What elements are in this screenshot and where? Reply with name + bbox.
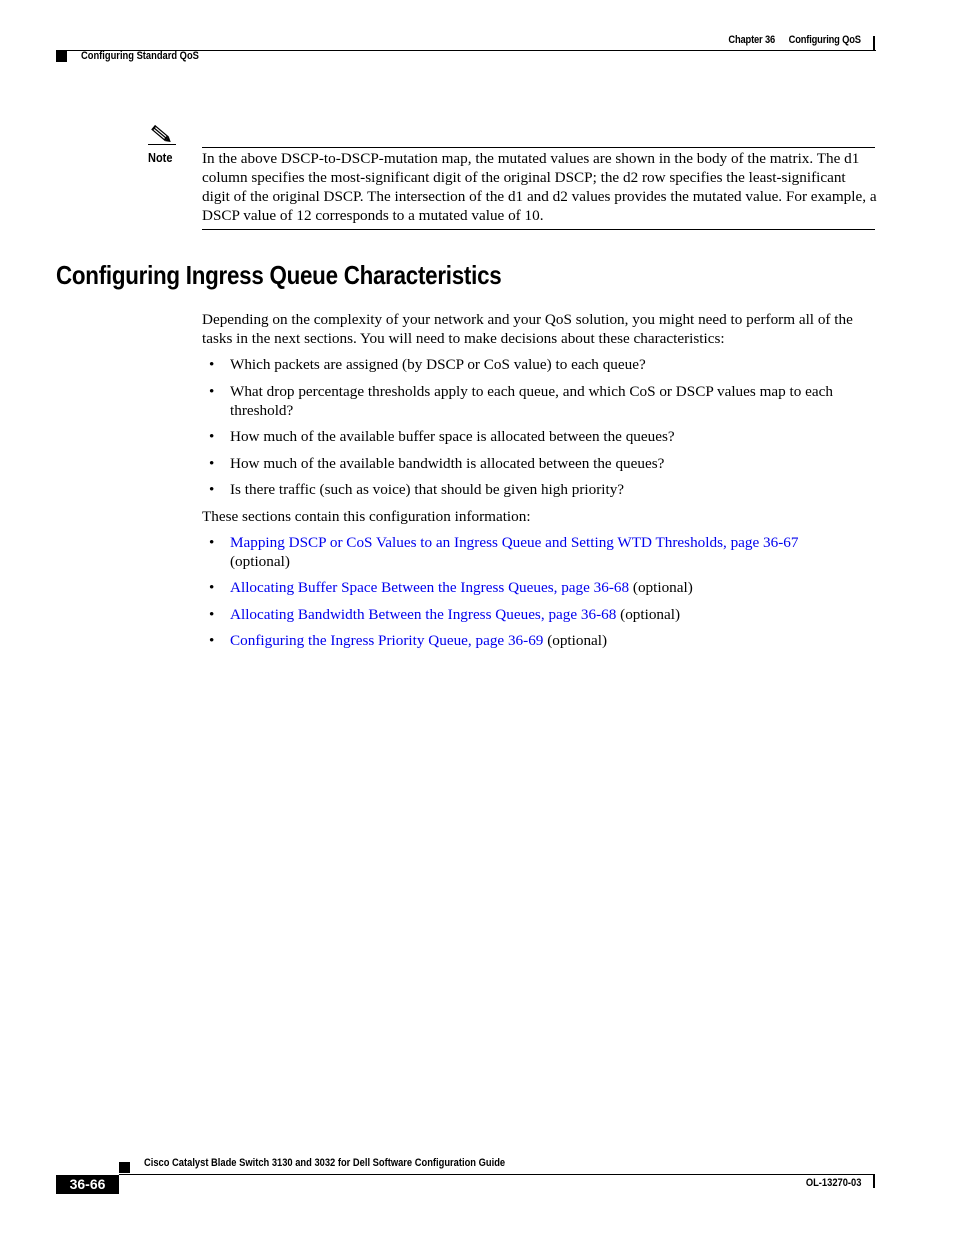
link-ingress-priority-queue[interactable]: Configuring the Ingress Priority Queue, …	[230, 632, 543, 649]
chapter-title: Configuring QoS	[788, 34, 861, 46]
chapter-number: Chapter 36	[728, 34, 776, 46]
optional-label: (optional)	[230, 553, 290, 570]
document-number: OL-13270-03	[805, 1177, 861, 1189]
header-chapter: Chapter 36 Configuring QoS	[728, 34, 862, 46]
question-item: • What drop percentage thresholds apply …	[202, 382, 877, 420]
footer-rule	[119, 1174, 875, 1175]
link-allocating-bandwidth[interactable]: Allocating Bandwidth Between the Ingress…	[230, 606, 616, 623]
question-text: Which packets are assigned (by DSCP or C…	[230, 356, 646, 373]
pencil-note-icon	[148, 124, 176, 145]
bullet-icon: •	[209, 455, 215, 472]
question-item: • Is there traffic (such as voice) that …	[202, 480, 877, 499]
question-item: • Which packets are assigned (by DSCP or…	[202, 355, 877, 374]
footer-vertical-bar	[873, 1175, 875, 1188]
bullet-icon: •	[209, 481, 215, 498]
bullet-icon: •	[209, 579, 215, 596]
section-link-item: • Configuring the Ingress Priority Queue…	[202, 631, 877, 650]
note-label: Note	[148, 151, 173, 165]
section-link-item: • Mapping DSCP or CoS Values to an Ingre…	[202, 533, 877, 571]
link-mapping-dscp-cos[interactable]: Mapping DSCP or CoS Values to an Ingress…	[230, 534, 799, 551]
section-heading: Configuring Ingress Queue Characteristic…	[56, 260, 502, 290]
optional-label: (optional)	[547, 632, 608, 649]
sections-intro: These sections contain this configuratio…	[202, 508, 531, 525]
section-link-item: • Allocating Bandwidth Between the Ingre…	[202, 605, 877, 624]
page-number: 36-66	[56, 1175, 119, 1194]
header-section-title: Configuring Standard QoS	[81, 50, 199, 62]
note-rule-top	[202, 147, 875, 148]
bullet-icon: •	[209, 606, 215, 623]
question-text: Is there traffic (such as voice) that sh…	[230, 481, 625, 498]
footer-guide-title: Cisco Catalyst Blade Switch 3130 and 303…	[144, 1157, 506, 1169]
bullet-icon: •	[209, 356, 215, 373]
question-text: How much of the available bandwidth is a…	[230, 455, 665, 472]
header-marker-block	[56, 51, 67, 62]
optional-label: (optional)	[632, 579, 693, 596]
question-text: What drop percentage thresholds apply to…	[230, 383, 833, 419]
header-vertical-bar	[873, 36, 875, 51]
question-item: • How much of the available bandwidth is…	[202, 454, 877, 473]
footer-marker-block	[119, 1162, 130, 1173]
question-text: How much of the available buffer space i…	[230, 428, 675, 445]
bullet-icon: •	[209, 632, 215, 649]
section-link-item: • Allocating Buffer Space Between the In…	[202, 578, 877, 597]
note-text: In the above DSCP-to-DSCP-mutation map, …	[202, 150, 877, 224]
bullet-icon: •	[209, 428, 215, 445]
bullet-icon: •	[209, 534, 215, 551]
question-item: • How much of the available buffer space…	[202, 427, 877, 446]
bullet-icon: •	[209, 383, 215, 400]
intro-paragraph: Depending on the complexity of your netw…	[202, 311, 853, 347]
note-rule-bottom	[202, 229, 875, 230]
link-allocating-buffer-space[interactable]: Allocating Buffer Space Between the Ingr…	[230, 579, 629, 596]
optional-label: (optional)	[620, 606, 681, 623]
